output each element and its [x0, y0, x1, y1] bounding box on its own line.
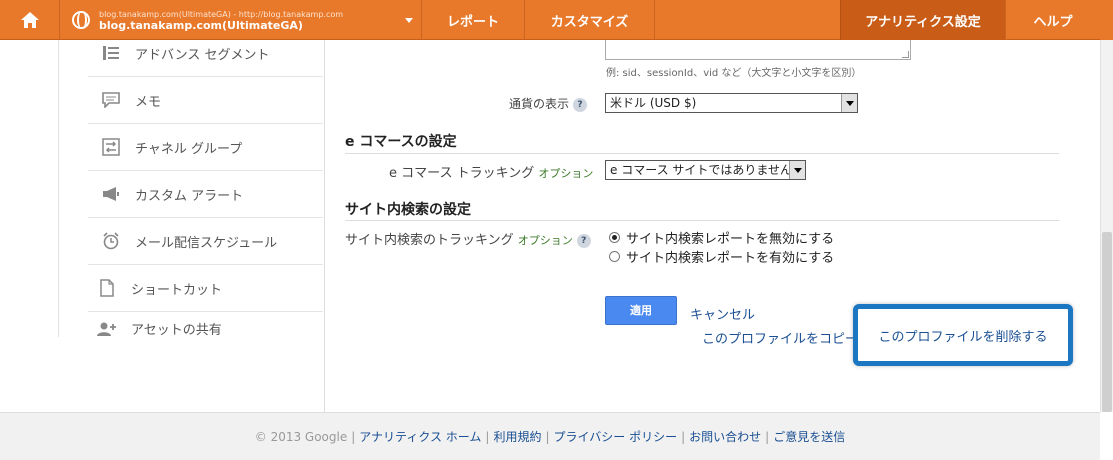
sidebar-item-label: カスタム アラート	[135, 188, 244, 204]
footer-link-feedback[interactable]: ご意見を送信	[773, 428, 845, 445]
scrollbar-thumb[interactable]	[1102, 232, 1112, 412]
site-search-label-row: サイト内検索のトラッキング オプション?	[345, 229, 591, 248]
ecommerce-select[interactable]: e コマース サイトではありません	[605, 160, 806, 180]
site-search-disable-option[interactable]: サイト内検索レポートを無効にする	[609, 228, 834, 247]
currency-select-value: 米ドル (USD $)	[610, 96, 697, 110]
radio-button[interactable]	[609, 251, 620, 262]
footer-link-terms[interactable]: 利用規約	[493, 428, 541, 445]
megaphone-icon	[101, 185, 121, 203]
sidebar-item-advanced-segments[interactable]: アドバンス セグメント	[88, 30, 323, 77]
delete-profile-link[interactable]: このプロファイルを削除する	[878, 326, 1047, 345]
sidebar-item-label: メモ	[135, 94, 162, 110]
add-user-icon	[97, 320, 117, 338]
sidebar-item-email-schedule[interactable]: メール配信スケジュール	[88, 218, 323, 265]
footer: © 2013 Google | アナリティクス ホーム | 利用規約 | プライ…	[0, 412, 1100, 460]
currency-select[interactable]: 米ドル (USD $)	[605, 93, 858, 113]
radio-button-selected[interactable]	[609, 232, 620, 243]
channel-group-icon	[101, 138, 121, 156]
help-icon[interactable]: ?	[573, 97, 588, 112]
sidebar-item-custom-alerts[interactable]: カスタム アラート	[88, 171, 323, 218]
delete-profile-highlight: このプロファイルを削除する	[853, 304, 1073, 366]
chevron-down-icon	[405, 18, 413, 23]
sidebar: アドバンス セグメント メモ チャネル グループ カスタム アラート メール配信…	[0, 40, 325, 412]
sidebar-item-label: アセットの共有	[131, 323, 222, 338]
optional-tag: オプション	[517, 234, 573, 247]
resize-handle[interactable]	[902, 51, 909, 58]
sidebar-item-label: メール配信スケジュール	[135, 235, 278, 251]
nav-customize[interactable]: カスタマイズ	[525, 0, 655, 40]
nav-reports[interactable]: レポート	[422, 0, 525, 40]
alarm-clock-icon	[101, 232, 121, 250]
document-icon	[97, 279, 117, 297]
site-search-enable-option[interactable]: サイト内検索レポートを有効にする	[609, 247, 834, 266]
footer-separator: |	[681, 429, 686, 444]
footer-link-analytics-home[interactable]: アナリティクス ホーム	[359, 428, 481, 445]
radio-label: サイト内検索レポートを無効にする	[626, 232, 835, 247]
sidebar-item-share-assets[interactable]: アセットの共有	[88, 305, 323, 352]
cancel-link[interactable]: キャンセル	[690, 304, 755, 323]
section-divider	[345, 220, 1059, 221]
footer-link-privacy[interactable]: プライバシー ポリシー	[554, 428, 678, 445]
vertical-scrollbar[interactable]	[1100, 40, 1113, 412]
sidebar-item-channel-groups[interactable]: チャネル グループ	[88, 124, 323, 171]
section-divider	[345, 153, 1059, 154]
home-button[interactable]	[0, 0, 60, 40]
radio-label: サイト内検索レポートを有効にする	[626, 251, 835, 266]
footer-separator: |	[351, 429, 356, 444]
ecommerce-select-value: e コマース サイトではありません	[610, 163, 793, 177]
scrollbar-top	[1100, 0, 1113, 40]
ecommerce-tracking-label: e コマース トラッキング	[389, 166, 535, 181]
currency-label-row: 通貨の表示?	[509, 95, 588, 112]
home-icon	[20, 12, 39, 28]
profile-settings-form: 例: sid、sessionId、vid など（大文字と小文字を区別） 通貨の表…	[325, 40, 1100, 412]
sidebar-item-label: ショートカット	[131, 282, 223, 298]
currency-label: 通貨の表示	[509, 97, 570, 111]
site-search-tracking-label: サイト内検索のトラッキング	[345, 233, 514, 248]
footer-link-contact[interactable]: お問い合わせ	[689, 428, 761, 445]
apply-button[interactable]: 適用	[605, 296, 677, 325]
segment-icon	[101, 44, 121, 62]
chevron-down-icon	[841, 94, 857, 112]
footer-separator: |	[545, 429, 550, 444]
chevron-down-icon	[789, 161, 805, 179]
optional-tag: オプション	[538, 167, 594, 180]
sidebar-divider	[58, 40, 59, 337]
sidebar-item-memo[interactable]: メモ	[88, 77, 323, 124]
memo-icon	[101, 91, 121, 109]
ecommerce-label-row: e コマース トラッキング オプション	[389, 162, 593, 181]
ecommerce-heading: e コマースの設定	[345, 134, 457, 150]
sidebar-item-label: アドバンス セグメント	[135, 47, 270, 63]
nav-admin[interactable]: アナリティクス設定	[840, 0, 1006, 40]
query-params-hint: 例: sid、sessionId、vid など（大文字と小文字を区別）	[606, 68, 862, 79]
footer-separator: |	[765, 429, 770, 444]
help-icon[interactable]: ?	[576, 233, 591, 248]
nav-help[interactable]: ヘルプ	[1006, 0, 1100, 40]
sidebar-item-label: チャネル グループ	[135, 141, 243, 157]
copy-profile-link[interactable]: このプロファイルをコピー	[702, 328, 858, 347]
copyright: © 2013 Google	[254, 429, 348, 444]
site-search-heading: サイト内検索の設定	[345, 202, 471, 218]
exclude-query-params-textarea[interactable]	[605, 40, 911, 60]
globe-icon	[72, 11, 90, 29]
footer-separator: |	[485, 429, 490, 444]
